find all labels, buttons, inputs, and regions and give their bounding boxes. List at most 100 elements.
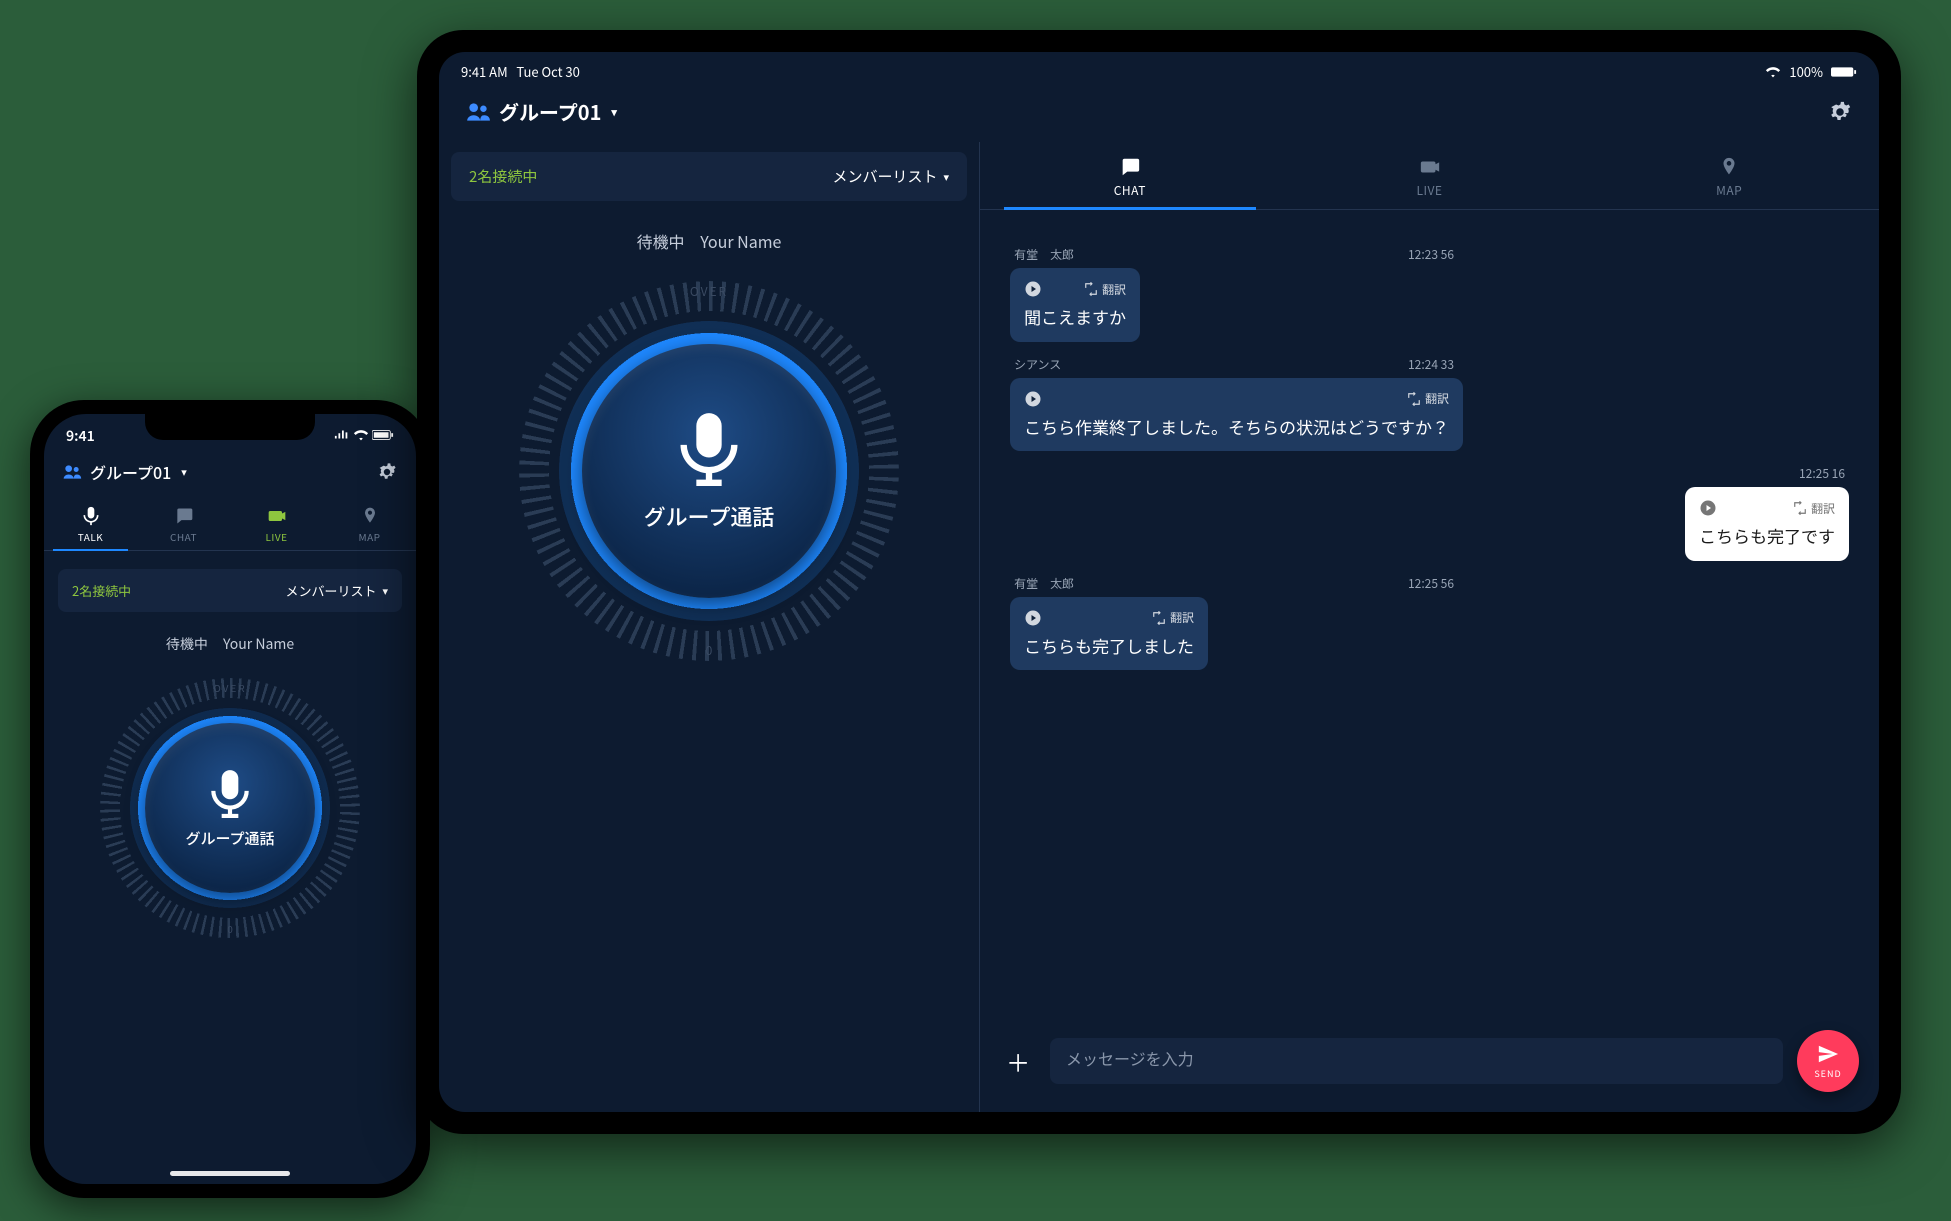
talk-dial: OVER 0 グループ通話 xyxy=(519,281,899,661)
chat-scroll[interactable]: 有堂 太郎12:23 56翻訳聞こえますかシアンス12:24 33翻訳こちら作業… xyxy=(980,210,1879,1018)
tab-talk[interactable]: TALK xyxy=(44,498,137,550)
tab-map-label: MAP xyxy=(358,529,380,544)
message-sender: 有堂 太郎 xyxy=(1014,575,1074,592)
message-time: 12:24 33 xyxy=(1408,356,1454,373)
tab-live[interactable]: LIVE xyxy=(1280,142,1580,209)
play-button[interactable] xyxy=(1024,609,1042,627)
tab-talk-label: TALK xyxy=(78,529,104,544)
play-button[interactable] xyxy=(1024,280,1042,298)
over-label: OVER xyxy=(213,680,246,695)
talk-button-label: グループ通話 xyxy=(644,500,775,532)
phone-tabs: TALK CHAT LIVE MAP xyxy=(44,498,416,551)
group-selector[interactable]: グループ01 ▾ xyxy=(62,460,187,484)
tab-map[interactable]: MAP xyxy=(323,498,416,550)
group-name: グループ01 xyxy=(499,97,601,126)
zero-label: 0 xyxy=(706,642,713,659)
message-sender: 有堂 太郎 xyxy=(1014,246,1074,263)
chevron-down-icon: ▾ xyxy=(611,104,617,120)
play-button[interactable] xyxy=(1699,499,1717,517)
talk-panel: 2名接続中 メンバーリスト ▾ 待機中 Your Name OVER 0 xyxy=(439,142,979,1112)
talk-button[interactable]: グループ通話 xyxy=(145,723,315,893)
member-list-label: メンバーリスト xyxy=(285,581,376,600)
tab-chat[interactable]: CHAT xyxy=(137,498,230,550)
tablet-header: グループ01 ▾ xyxy=(439,87,1879,142)
composer: ＋ SEND xyxy=(980,1018,1879,1112)
message-input[interactable] xyxy=(1050,1038,1783,1084)
message-meta: 有堂 太郎 12:25 56 xyxy=(1014,575,1454,592)
message-text: こちらも完了しました xyxy=(1024,633,1194,659)
message-bubble-other: 翻訳こちらも完了しました xyxy=(1010,597,1208,671)
chevron-down-icon: ▾ xyxy=(181,464,187,480)
member-list-button[interactable]: メンバーリスト ▾ xyxy=(832,166,949,187)
talk-button[interactable]: グループ通話 xyxy=(582,344,836,598)
message-text: こちらも完了です xyxy=(1699,523,1835,549)
connection-bar: 2名接続中 メンバーリスト ▾ xyxy=(58,569,402,612)
tab-chat-label: CHAT xyxy=(170,529,197,544)
translate-button[interactable]: 翻訳 xyxy=(1793,500,1835,517)
talk-dial: OVER 0 グループ通話 xyxy=(100,678,360,938)
member-list-button[interactable]: メンバーリスト ▾ xyxy=(285,581,388,600)
attach-button[interactable]: ＋ xyxy=(1000,1043,1036,1079)
translate-button[interactable]: 翻訳 xyxy=(1407,390,1449,407)
over-label: OVER xyxy=(690,283,728,300)
connection-count: 2名接続中 xyxy=(469,166,537,187)
message-text: 聞こえますか xyxy=(1024,304,1126,330)
chevron-down-icon: ▾ xyxy=(943,169,949,185)
wait-state: 待機中 xyxy=(637,229,685,253)
tablet-status-left: 9:41 AM Tue Oct 30 xyxy=(461,62,580,81)
message-bubble-me: 翻訳こちらも完了です xyxy=(1685,487,1849,561)
your-name: Your Name xyxy=(700,229,781,253)
phone-frame: 9:41 グループ01 ▾ TALK CHAT xyxy=(30,400,430,1198)
your-name: Your Name xyxy=(223,634,294,654)
talk-button-label: グループ通話 xyxy=(185,828,274,849)
chat-panel: CHAT LIVE MAP 有堂 太郎12:23 56翻訳聞こえますかシアンス1… xyxy=(979,142,1879,1112)
message-time: 12:25 56 xyxy=(1408,575,1454,592)
phone-notch xyxy=(145,414,315,440)
tab-live[interactable]: LIVE xyxy=(230,498,323,550)
chevron-down-icon: ▾ xyxy=(382,583,388,599)
tablet-tabs: CHAT LIVE MAP xyxy=(980,142,1879,210)
connection-bar: 2名接続中 メンバーリスト ▾ xyxy=(451,152,967,201)
tab-live-label: LIVE xyxy=(266,529,288,544)
tab-map-label: MAP xyxy=(1716,182,1742,199)
status-line: 待機中 Your Name xyxy=(637,229,782,253)
phone-screen: 9:41 グループ01 ▾ TALK CHAT xyxy=(44,414,416,1184)
zero-label: 0 xyxy=(227,921,233,936)
home-indicator[interactable] xyxy=(170,1171,290,1176)
message-bubble-other: 翻訳聞こえますか xyxy=(1010,268,1140,342)
tablet-body: 2名接続中 メンバーリスト ▾ 待機中 Your Name OVER 0 xyxy=(439,142,1879,1112)
message-time: 12:25 16 xyxy=(1799,465,1845,482)
message-text: こちら作業終了しました。そちらの状況はどうですか？ xyxy=(1024,414,1449,440)
message-meta: シアンス 12:24 33 xyxy=(1014,356,1454,373)
send-button[interactable]: SEND xyxy=(1797,1030,1859,1092)
translate-button[interactable]: 翻訳 xyxy=(1084,281,1126,298)
tab-live-label: LIVE xyxy=(1417,182,1443,199)
settings-button[interactable] xyxy=(1827,99,1853,125)
tab-chat[interactable]: CHAT xyxy=(980,142,1280,209)
phone-status-time: 9:41 xyxy=(66,426,95,446)
play-button[interactable] xyxy=(1024,390,1042,408)
settings-button[interactable] xyxy=(376,461,398,483)
phone-header: グループ01 ▾ xyxy=(44,446,416,498)
wait-state: 待機中 xyxy=(166,634,208,654)
tablet-status-right: 100% xyxy=(1765,62,1857,81)
member-list-label: メンバーリスト xyxy=(832,166,937,187)
tab-map[interactable]: MAP xyxy=(1579,142,1879,209)
tablet-status-date: Tue Oct 30 xyxy=(516,62,579,81)
tablet-status-time: 9:41 AM xyxy=(461,62,508,81)
message-meta: 有堂 太郎 12:23 56 xyxy=(1014,246,1454,263)
tab-chat-label: CHAT xyxy=(1114,182,1146,199)
translate-button[interactable]: 翻訳 xyxy=(1152,609,1194,626)
tablet-screen: 9:41 AM Tue Oct 30 100% グループ01 ▾ 2名接続中 xyxy=(439,52,1879,1112)
phone-status-indicators xyxy=(334,426,394,446)
message-time: 12:23 56 xyxy=(1408,246,1454,263)
connection-count: 2名接続中 xyxy=(72,581,131,600)
battery-label: 100% xyxy=(1789,62,1823,81)
send-label: SEND xyxy=(1814,1067,1841,1080)
group-selector[interactable]: グループ01 ▾ xyxy=(465,97,617,126)
message-sender: シアンス xyxy=(1014,356,1061,373)
status-line: 待機中 Your Name xyxy=(44,634,416,654)
tablet-status-bar: 9:41 AM Tue Oct 30 100% xyxy=(439,52,1879,87)
send-icon xyxy=(1817,1043,1839,1065)
group-name: グループ01 xyxy=(90,460,171,484)
